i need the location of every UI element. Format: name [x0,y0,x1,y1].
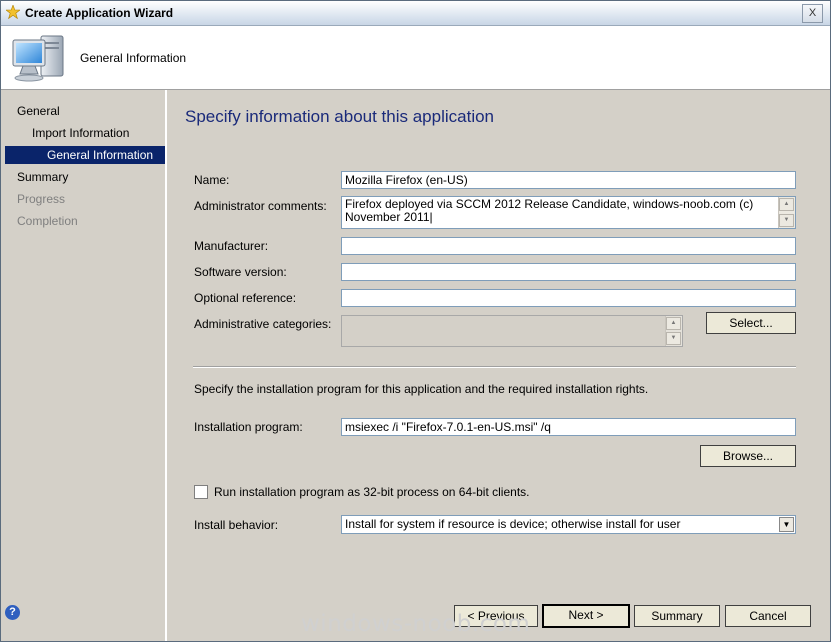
software-version-label: Software version: [194,265,287,279]
wizard-nav: General Import Information General Infor… [1,90,167,641]
computer-icon [12,35,64,82]
nav-item-import-information[interactable]: Import Information [32,124,129,142]
close-icon: X [808,7,817,19]
watermark: windows-noob.com [301,611,531,637]
software-version-field[interactable] [341,263,796,281]
run-32bit-checkbox[interactable] [194,485,208,499]
summary-button[interactable]: Summary [634,605,720,627]
scroll-down-icon[interactable]: ▼ [779,214,794,227]
install-behavior-select[interactable]: Install for system if resource is device… [341,515,796,534]
cancel-button[interactable]: Cancel [725,605,811,627]
section-divider [193,366,796,368]
manufacturer-field[interactable] [341,237,796,255]
browse-button[interactable]: Browse... [700,445,796,467]
install-program-label: Installation program: [194,420,303,434]
nav-item-summary[interactable]: Summary [17,168,68,186]
admin-comments-scrollbar[interactable]: ▲ ▼ [778,197,795,228]
admin-comments-label: Administrator comments: [194,199,327,213]
header-title: General Information [80,51,187,65]
scroll-up-icon[interactable]: ▲ [779,198,794,211]
help-icon[interactable]: ? [5,605,20,620]
scroll-up-icon: ▲ [666,317,681,330]
admin-categories-field: ▲ ▼ [341,315,683,347]
nav-item-general[interactable]: General [17,102,60,120]
nav-item-completion: Completion [17,214,78,228]
optional-reference-label: Optional reference: [194,291,297,305]
select-button[interactable]: Select... [706,312,796,334]
title-bar[interactable]: Create Application Wizard X [1,1,830,26]
next-button[interactable]: Next > [542,604,630,628]
admin-categories-label: Administrative categories: [194,317,332,331]
nav-item-general-information[interactable]: General Information [5,146,165,164]
run-32bit-label[interactable]: Run installation program as 32-bit proce… [214,485,530,499]
optional-reference-field[interactable] [341,289,796,307]
name-label: Name: [194,173,230,187]
wizard-header: General Information [1,26,830,90]
install-program-field[interactable]: msiexec /i "Firefox-7.0.1-en-US.msi" /q [341,418,796,436]
chevron-down-icon[interactable]: ▼ [779,517,794,532]
install-behavior-label: Install behavior: [194,518,279,532]
wizard-star-icon [6,5,20,19]
window-title: Create Application Wizard [25,6,174,20]
admin-comments-field[interactable]: Firefox deployed via SCCM 2012 Release C… [341,196,796,229]
wizard-content: Specify information about this applicati… [168,90,830,641]
manufacturer-label: Manufacturer: [194,239,269,253]
close-button[interactable]: X [802,4,823,23]
wizard-window: Create Application Wizard X General Info… [0,0,831,642]
admin-categories-scrollbar: ▲ ▼ [665,316,682,346]
nav-item-progress: Progress [17,192,66,206]
admin-comments-value: Firefox deployed via SCCM 2012 Release C… [345,197,754,224]
install-behavior-value: Install for system if resource is device… [345,517,681,531]
name-field[interactable]: Mozilla Firefox (en-US) [341,171,796,189]
scroll-down-icon: ▼ [666,332,681,345]
page-title: Specify information about this applicati… [185,107,495,126]
install-section-text: Specify the installation program for thi… [194,382,649,396]
